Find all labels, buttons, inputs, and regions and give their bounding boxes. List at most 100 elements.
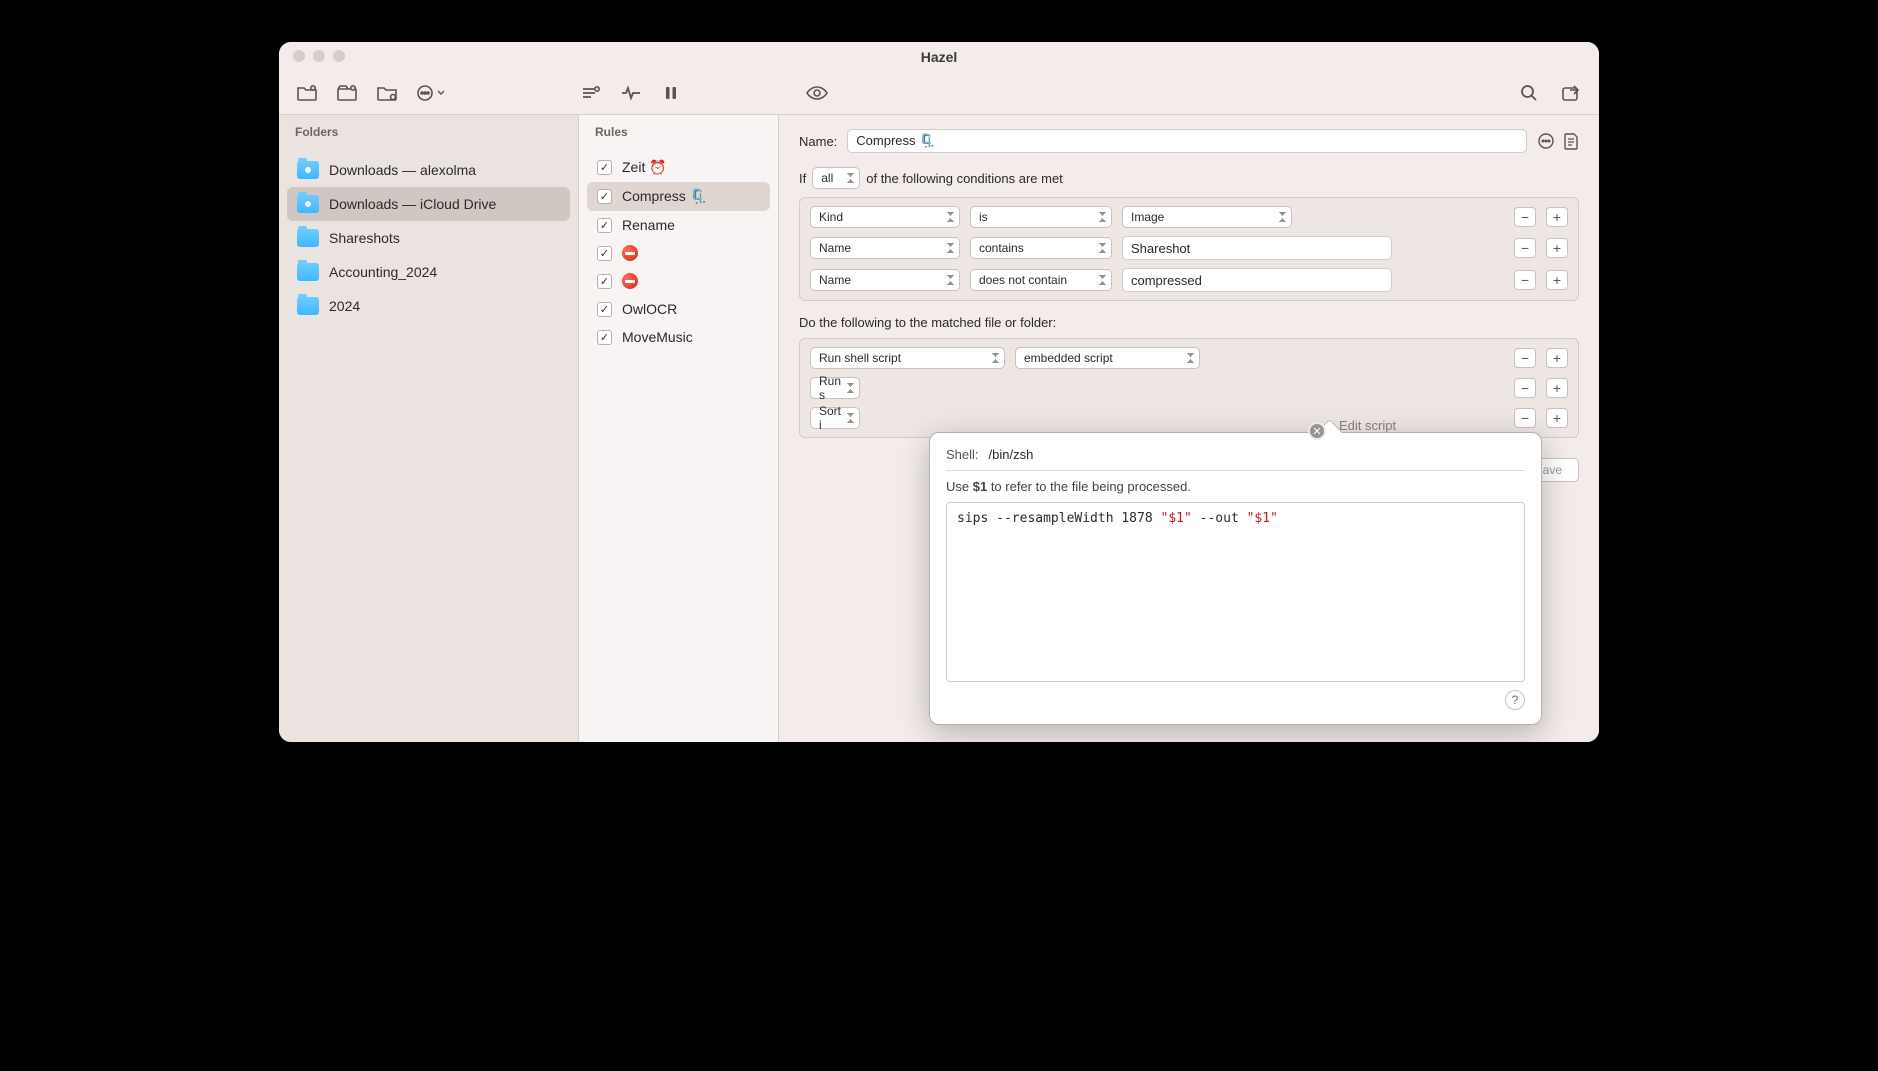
activity-icon[interactable]: [617, 79, 645, 107]
condition-row: Name contains Shareshot −+: [806, 234, 1572, 262]
toolbar: [279, 72, 1599, 114]
condition-op-select[interactable]: contains: [970, 237, 1112, 259]
folders-header: Folders: [279, 115, 578, 147]
condition-field-select[interactable]: Kind: [810, 206, 960, 228]
rule-list: ✓ Zeit ⏰ ✓ Compress 🗜️ ✓ Rename ✓ ✓ ✓ OwlOCR ✓Move…: [579, 147, 778, 357]
rule-checkbox[interactable]: ✓: [597, 160, 612, 175]
rule-item[interactable]: ✓ OwlOCR: [587, 295, 770, 323]
add-rule-icon[interactable]: [577, 79, 605, 107]
add-condition-button[interactable]: +: [1546, 207, 1568, 227]
condition-field-select[interactable]: Name: [810, 269, 960, 291]
titlebar: Hazel: [279, 42, 1599, 72]
condition-value-input[interactable]: Shareshot: [1122, 236, 1392, 260]
folder-icon: [297, 161, 319, 179]
folder-item[interactable]: 2024: [287, 289, 570, 323]
folder-icon: [297, 229, 319, 247]
folder-list: Downloads — alexolma Downloads — iCloud D…: [279, 147, 578, 329]
folder-icon: [297, 263, 319, 281]
condition-value-select[interactable]: Image: [1122, 206, 1292, 228]
remove-action-button[interactable]: −: [1514, 378, 1536, 398]
rule-label: Rename: [622, 217, 675, 233]
search-icon[interactable]: [1515, 79, 1543, 107]
rule-label: Compress 🗜️: [622, 188, 707, 205]
shell-path-input[interactable]: /bin/zsh: [989, 447, 1525, 462]
remove-action-button[interactable]: −: [1514, 348, 1536, 368]
folder-icon: [297, 195, 319, 213]
export-icon[interactable]: [1557, 79, 1585, 107]
rule-item[interactable]: ✓ Zeit ⏰: [587, 153, 770, 182]
rule-checkbox[interactable]: ✓: [597, 330, 612, 345]
rule-notes-icon[interactable]: [1563, 132, 1579, 150]
condition-value-input[interactable]: compressed: [1122, 268, 1392, 292]
traffic-lights: [293, 50, 345, 62]
rule-item[interactable]: ✓: [587, 239, 770, 267]
remove-action-button[interactable]: −: [1514, 408, 1536, 428]
add-action-button[interactable]: +: [1546, 408, 1568, 428]
condition-row: Kindis Image −+: [806, 204, 1572, 230]
rule-checkbox[interactable]: ✓: [597, 274, 612, 289]
remove-condition-button[interactable]: −: [1514, 270, 1536, 290]
window-title: Hazel: [921, 49, 958, 65]
folder-label: Accounting_2024: [329, 264, 437, 280]
rule-item[interactable]: ✓: [587, 267, 770, 295]
folder-item[interactable]: Downloads — alexolma: [287, 153, 570, 187]
rule-item[interactable]: ✓MoveMusic: [587, 323, 770, 351]
rule-item[interactable]: ✓ Compress 🗜️: [587, 182, 770, 211]
no-entry-icon: [622, 245, 638, 261]
conditions-box: KindisImage−+NamecontainsShareshot−+Name…: [799, 197, 1579, 301]
rule-checkbox[interactable]: ✓: [597, 218, 612, 233]
add-action-button[interactable]: +: [1546, 378, 1568, 398]
rule-item[interactable]: ✓ Rename: [587, 211, 770, 239]
add-smart-folder-icon[interactable]: [333, 79, 361, 107]
folder-icon: [297, 297, 319, 315]
add-action-button[interactable]: +: [1546, 348, 1568, 368]
rule-checkbox[interactable]: ✓: [597, 302, 612, 317]
rule-label: OwlOCR: [622, 301, 677, 317]
folder-label: Downloads — iCloud Drive: [329, 196, 496, 212]
folder-item[interactable]: Accounting_2024: [287, 255, 570, 289]
folder-label: 2024: [329, 298, 360, 314]
folder-label: Downloads — alexolma: [329, 162, 476, 178]
folder-item[interactable]: Shareshots: [287, 221, 570, 255]
condition-field-select[interactable]: Name: [810, 237, 960, 259]
folder-label: Shareshots: [329, 230, 400, 246]
add-condition-button[interactable]: +: [1546, 270, 1568, 290]
close-popover-icon[interactable]: ✕: [1308, 422, 1326, 440]
zoom-window-icon[interactable]: [333, 50, 345, 62]
folders-column: Folders Downloads — alexolmaDownloads — …: [279, 115, 579, 742]
add-condition-button[interactable]: +: [1546, 238, 1568, 258]
add-folder-icon[interactable]: [293, 79, 321, 107]
script-hint: Use $1 to refer to the file being proces…: [946, 479, 1525, 494]
rule-label: Zeit ⏰: [622, 159, 667, 176]
more-menu-icon[interactable]: [413, 79, 449, 107]
action-type-select[interactable]: Sort i: [810, 407, 860, 429]
actions-box: Run shell scriptembedded script−+Run s−+…: [799, 338, 1579, 438]
help-icon[interactable]: ?: [1505, 690, 1525, 710]
close-window-icon[interactable]: [293, 50, 305, 62]
folder-item[interactable]: Downloads — iCloud Drive: [287, 187, 570, 221]
action-type-select[interactable]: Run shell script: [810, 347, 1005, 369]
action-row: Run s −+: [806, 375, 1572, 401]
remove-condition-button[interactable]: −: [1514, 238, 1536, 258]
rule-checkbox[interactable]: ✓: [597, 246, 612, 261]
rule-options-icon[interactable]: [1537, 132, 1555, 150]
rule-checkbox[interactable]: ✓: [597, 189, 612, 204]
action-type-select[interactable]: Run s: [810, 377, 860, 399]
folder-settings-icon[interactable]: [373, 79, 401, 107]
preview-icon[interactable]: [803, 79, 831, 107]
shell-label: Shell:: [946, 447, 979, 462]
minimize-window-icon[interactable]: [313, 50, 325, 62]
action-script-select[interactable]: embedded script: [1015, 347, 1200, 369]
edit-script-label[interactable]: Edit script: [1339, 418, 1396, 433]
condition-row: Name does not contain compressed −+: [806, 266, 1572, 294]
pause-icon[interactable]: [657, 79, 685, 107]
rule-name-input[interactable]: Compress 🗜️: [847, 129, 1527, 153]
if-scope-select[interactable]: all: [812, 167, 860, 189]
script-textarea[interactable]: sips --resampleWidth 1878 "$1" --out "$1…: [946, 502, 1525, 682]
remove-condition-button[interactable]: −: [1514, 207, 1536, 227]
rules-header: Rules: [579, 115, 778, 147]
action-row: Sort i −+: [806, 405, 1572, 431]
condition-op-select[interactable]: is: [970, 206, 1112, 228]
script-editor-popover: ✕ Shell: /bin/zsh Use $1 to refer to the…: [929, 432, 1542, 725]
condition-op-select[interactable]: does not contain: [970, 269, 1112, 291]
